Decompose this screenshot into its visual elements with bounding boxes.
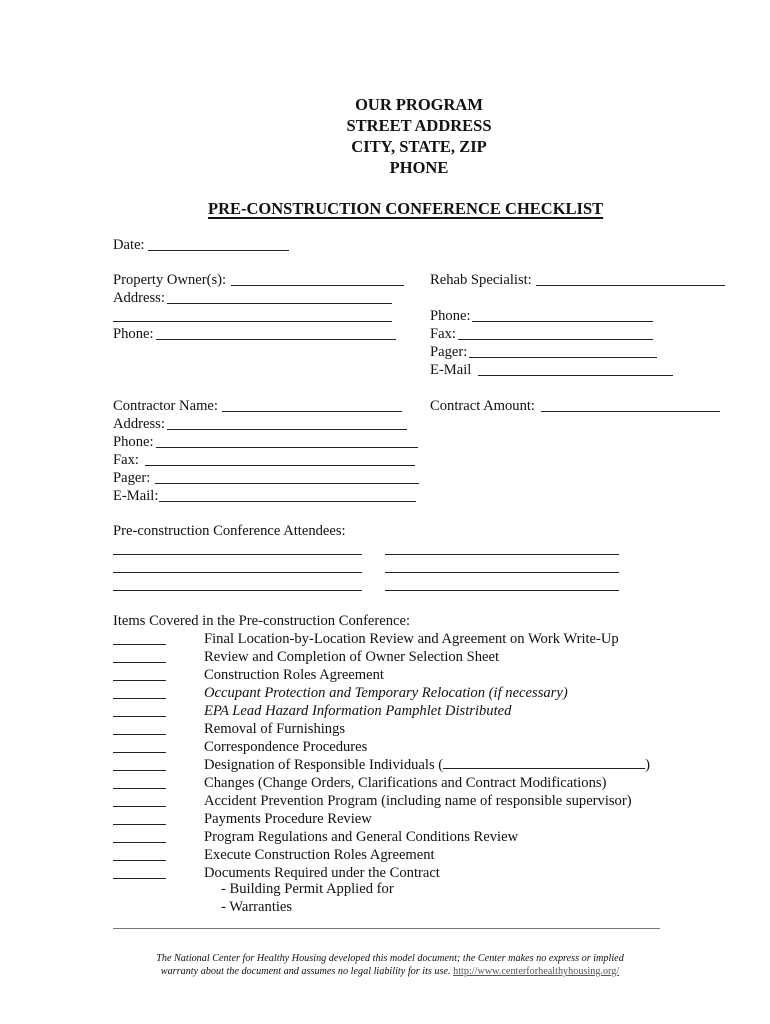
checklist-item-label: EPA Lead Hazard Information Pamphlet Dis… <box>204 703 512 719</box>
contractor-email-field[interactable] <box>159 501 416 502</box>
contract-amount-field[interactable] <box>541 411 720 412</box>
checklist-checkbox-blank[interactable] <box>113 716 166 717</box>
checklist-checkbox-blank[interactable] <box>113 788 166 789</box>
checklist-item-label: Execute Construction Roles Agreement <box>204 847 435 863</box>
checklist-item: Review and Completion of Owner Selection… <box>204 648 499 666</box>
checklist-item: Accident Prevention Program (including n… <box>204 792 632 810</box>
checklist-item: EPA Lead Hazard Information Pamphlet Dis… <box>204 702 511 720</box>
checklist-checkbox-blank[interactable] <box>113 860 166 861</box>
footer-disclaimer-line2: warranty about the document and assumes … <box>100 965 680 978</box>
checklist-checkbox-blank[interactable] <box>113 770 166 771</box>
rehab-phone-label: Phone: <box>430 308 471 324</box>
checklist-checkbox-blank[interactable] <box>113 734 166 735</box>
contract-amount-label: Contract Amount: <box>430 398 535 414</box>
owner-phone-label: Phone: <box>113 326 154 342</box>
checklist-item-label: Designation of Responsible Individuals ( <box>204 757 444 773</box>
attendee-field[interactable] <box>385 554 619 555</box>
checklist-item: Payments Procedure Review <box>204 810 372 828</box>
contractor-phone-field[interactable] <box>156 447 418 448</box>
checklist-item: Final Location-by-Location Review and Ag… <box>204 630 619 648</box>
checklist-item-label: Program Regulations and General Conditio… <box>204 829 519 845</box>
footer-disclaimer-text: warranty about the document and assumes … <box>160 966 451 977</box>
checklist-item-label: Final Location-by-Location Review and Ag… <box>204 631 619 647</box>
checklist-item-label: Review and Completion of Owner Selection… <box>204 649 500 665</box>
contractor-phone-label: Phone: <box>113 434 154 450</box>
checklist-checkbox-blank[interactable] <box>113 680 166 681</box>
footer-divider <box>113 928 660 929</box>
contractor-fax-field[interactable] <box>145 465 415 466</box>
contractor-name-field[interactable] <box>222 411 402 412</box>
checklist-item: Construction Roles Agreement <box>204 666 384 684</box>
checklist-item: Removal of Furnishings <box>204 720 345 738</box>
checklist-item: Execute Construction Roles Agreement <box>204 846 435 864</box>
checklist-item: Occupant Protection and Temporary Reloca… <box>204 684 568 702</box>
closing-paren: ) <box>645 757 651 773</box>
checklist-item-label: Accident Prevention Program (including n… <box>204 793 632 809</box>
contractor-email-label: E-Mail: <box>113 488 159 504</box>
rehab-specialist-label: Rehab Specialist: <box>430 272 532 288</box>
date-field[interactable] <box>148 250 289 251</box>
checklist-item: Correspondence Procedures <box>204 738 367 756</box>
attendee-field[interactable] <box>385 590 619 591</box>
checklist-item: Designation of Responsible Individuals (… <box>204 756 650 774</box>
contractor-pager-field[interactable] <box>155 483 419 484</box>
checklist-item-label: Construction Roles Agreement <box>204 667 384 683</box>
responsible-individuals-field[interactable] <box>443 756 646 769</box>
contractor-address-field[interactable] <box>167 429 407 430</box>
property-owner-field[interactable] <box>231 285 404 286</box>
sub-item-warranties: - Warranties <box>221 899 293 915</box>
rehab-fax-label: Fax: <box>430 326 456 342</box>
contractor-fax-label: Fax: <box>113 452 139 468</box>
checklist-checkbox-blank[interactable] <box>113 878 166 879</box>
checklist-item-label: Occupant Protection and Temporary Reloca… <box>204 685 568 701</box>
city-state-zip: CITY, STATE, ZIP <box>351 137 487 156</box>
footer-link[interactable]: http://www.centerforhealthyhousing.org/ <box>453 966 619 977</box>
checklist-checkbox-blank[interactable] <box>113 662 166 663</box>
rehab-email-label: E-Mail <box>430 362 472 378</box>
checklist-item-label: Payments Procedure Review <box>204 811 372 827</box>
checklist-item: Program Regulations and General Conditio… <box>204 828 518 846</box>
owner-address-field[interactable] <box>167 303 392 304</box>
rehab-specialist-field[interactable] <box>536 285 725 286</box>
checklist-item: Changes (Change Orders, Clarifications a… <box>204 774 606 792</box>
checklist-checkbox-blank[interactable] <box>113 644 166 645</box>
contractor-name-label: Contractor Name: <box>113 398 218 414</box>
sub-item-building-permit: - Building Permit Applied for <box>221 881 394 897</box>
checklist-checkbox-blank[interactable] <box>113 806 166 807</box>
owner-phone-field[interactable] <box>156 339 396 340</box>
street-address: STREET ADDRESS <box>346 116 492 135</box>
checklist-checkbox-blank[interactable] <box>113 824 166 825</box>
contractor-address-label: Address: <box>113 416 165 432</box>
rehab-pager-field[interactable] <box>469 357 657 358</box>
attendee-field[interactable] <box>385 572 619 573</box>
program-name: OUR PROGRAM <box>355 95 483 114</box>
property-owner-label: Property Owner(s): <box>113 272 227 288</box>
rehab-pager-label: Pager: <box>430 344 468 360</box>
checklist-checkbox-blank[interactable] <box>113 752 166 753</box>
checklist-heading: Items Covered in the Pre-construction Co… <box>113 613 411 629</box>
checklist-checkbox-blank[interactable] <box>113 698 166 699</box>
owner-address-label: Address: <box>113 290 165 306</box>
attendees-label: Pre-construction Conference Attendees: <box>113 523 346 539</box>
checklist-checkbox-blank[interactable] <box>113 842 166 843</box>
checklist-item-label: Changes (Change Orders, Clarifications a… <box>204 775 607 791</box>
attendee-field[interactable] <box>113 554 362 555</box>
rehab-phone-field[interactable] <box>472 321 653 322</box>
rehab-email-field[interactable] <box>478 375 673 376</box>
date-label: Date: <box>113 237 145 253</box>
checklist-item-label: Removal of Furnishings <box>204 721 346 737</box>
rehab-fax-field[interactable] <box>458 339 653 340</box>
footer-disclaimer-line1: The National Center for Healthy Housing … <box>156 953 624 964</box>
attendee-field[interactable] <box>113 572 362 573</box>
contractor-pager-label: Pager: <box>113 470 151 486</box>
checklist-item-label: Documents Required under the Contract <box>204 865 440 881</box>
page-title: PRE-CONSTRUCTION CONFERENCE CHECKLIST <box>208 199 604 218</box>
program-phone: PHONE <box>389 158 449 177</box>
checklist-item-label: Correspondence Procedures <box>204 739 368 755</box>
attendee-field[interactable] <box>113 590 362 591</box>
owner-address-field-2[interactable] <box>113 321 392 322</box>
